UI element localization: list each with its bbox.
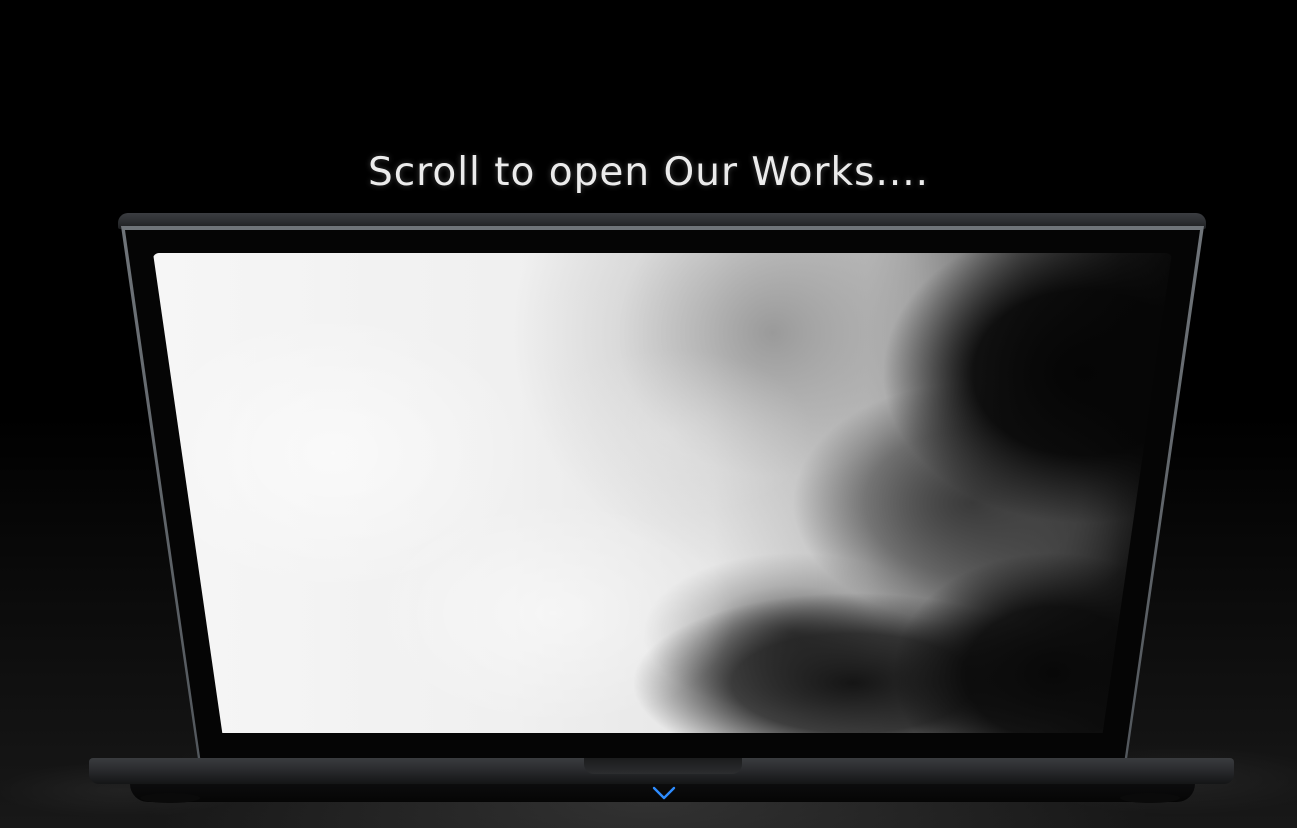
scroll-down-button[interactable] xyxy=(651,784,677,802)
laptop-opening-notch xyxy=(584,758,742,774)
laptop-foot-left xyxy=(140,793,200,803)
chevron-down-icon xyxy=(652,786,676,800)
smoke-clouds-image xyxy=(153,253,1172,733)
laptop-foot-right xyxy=(1120,793,1180,803)
page-headline: Scroll to open Our Works.... xyxy=(367,150,930,195)
laptop-screen xyxy=(153,253,1172,733)
